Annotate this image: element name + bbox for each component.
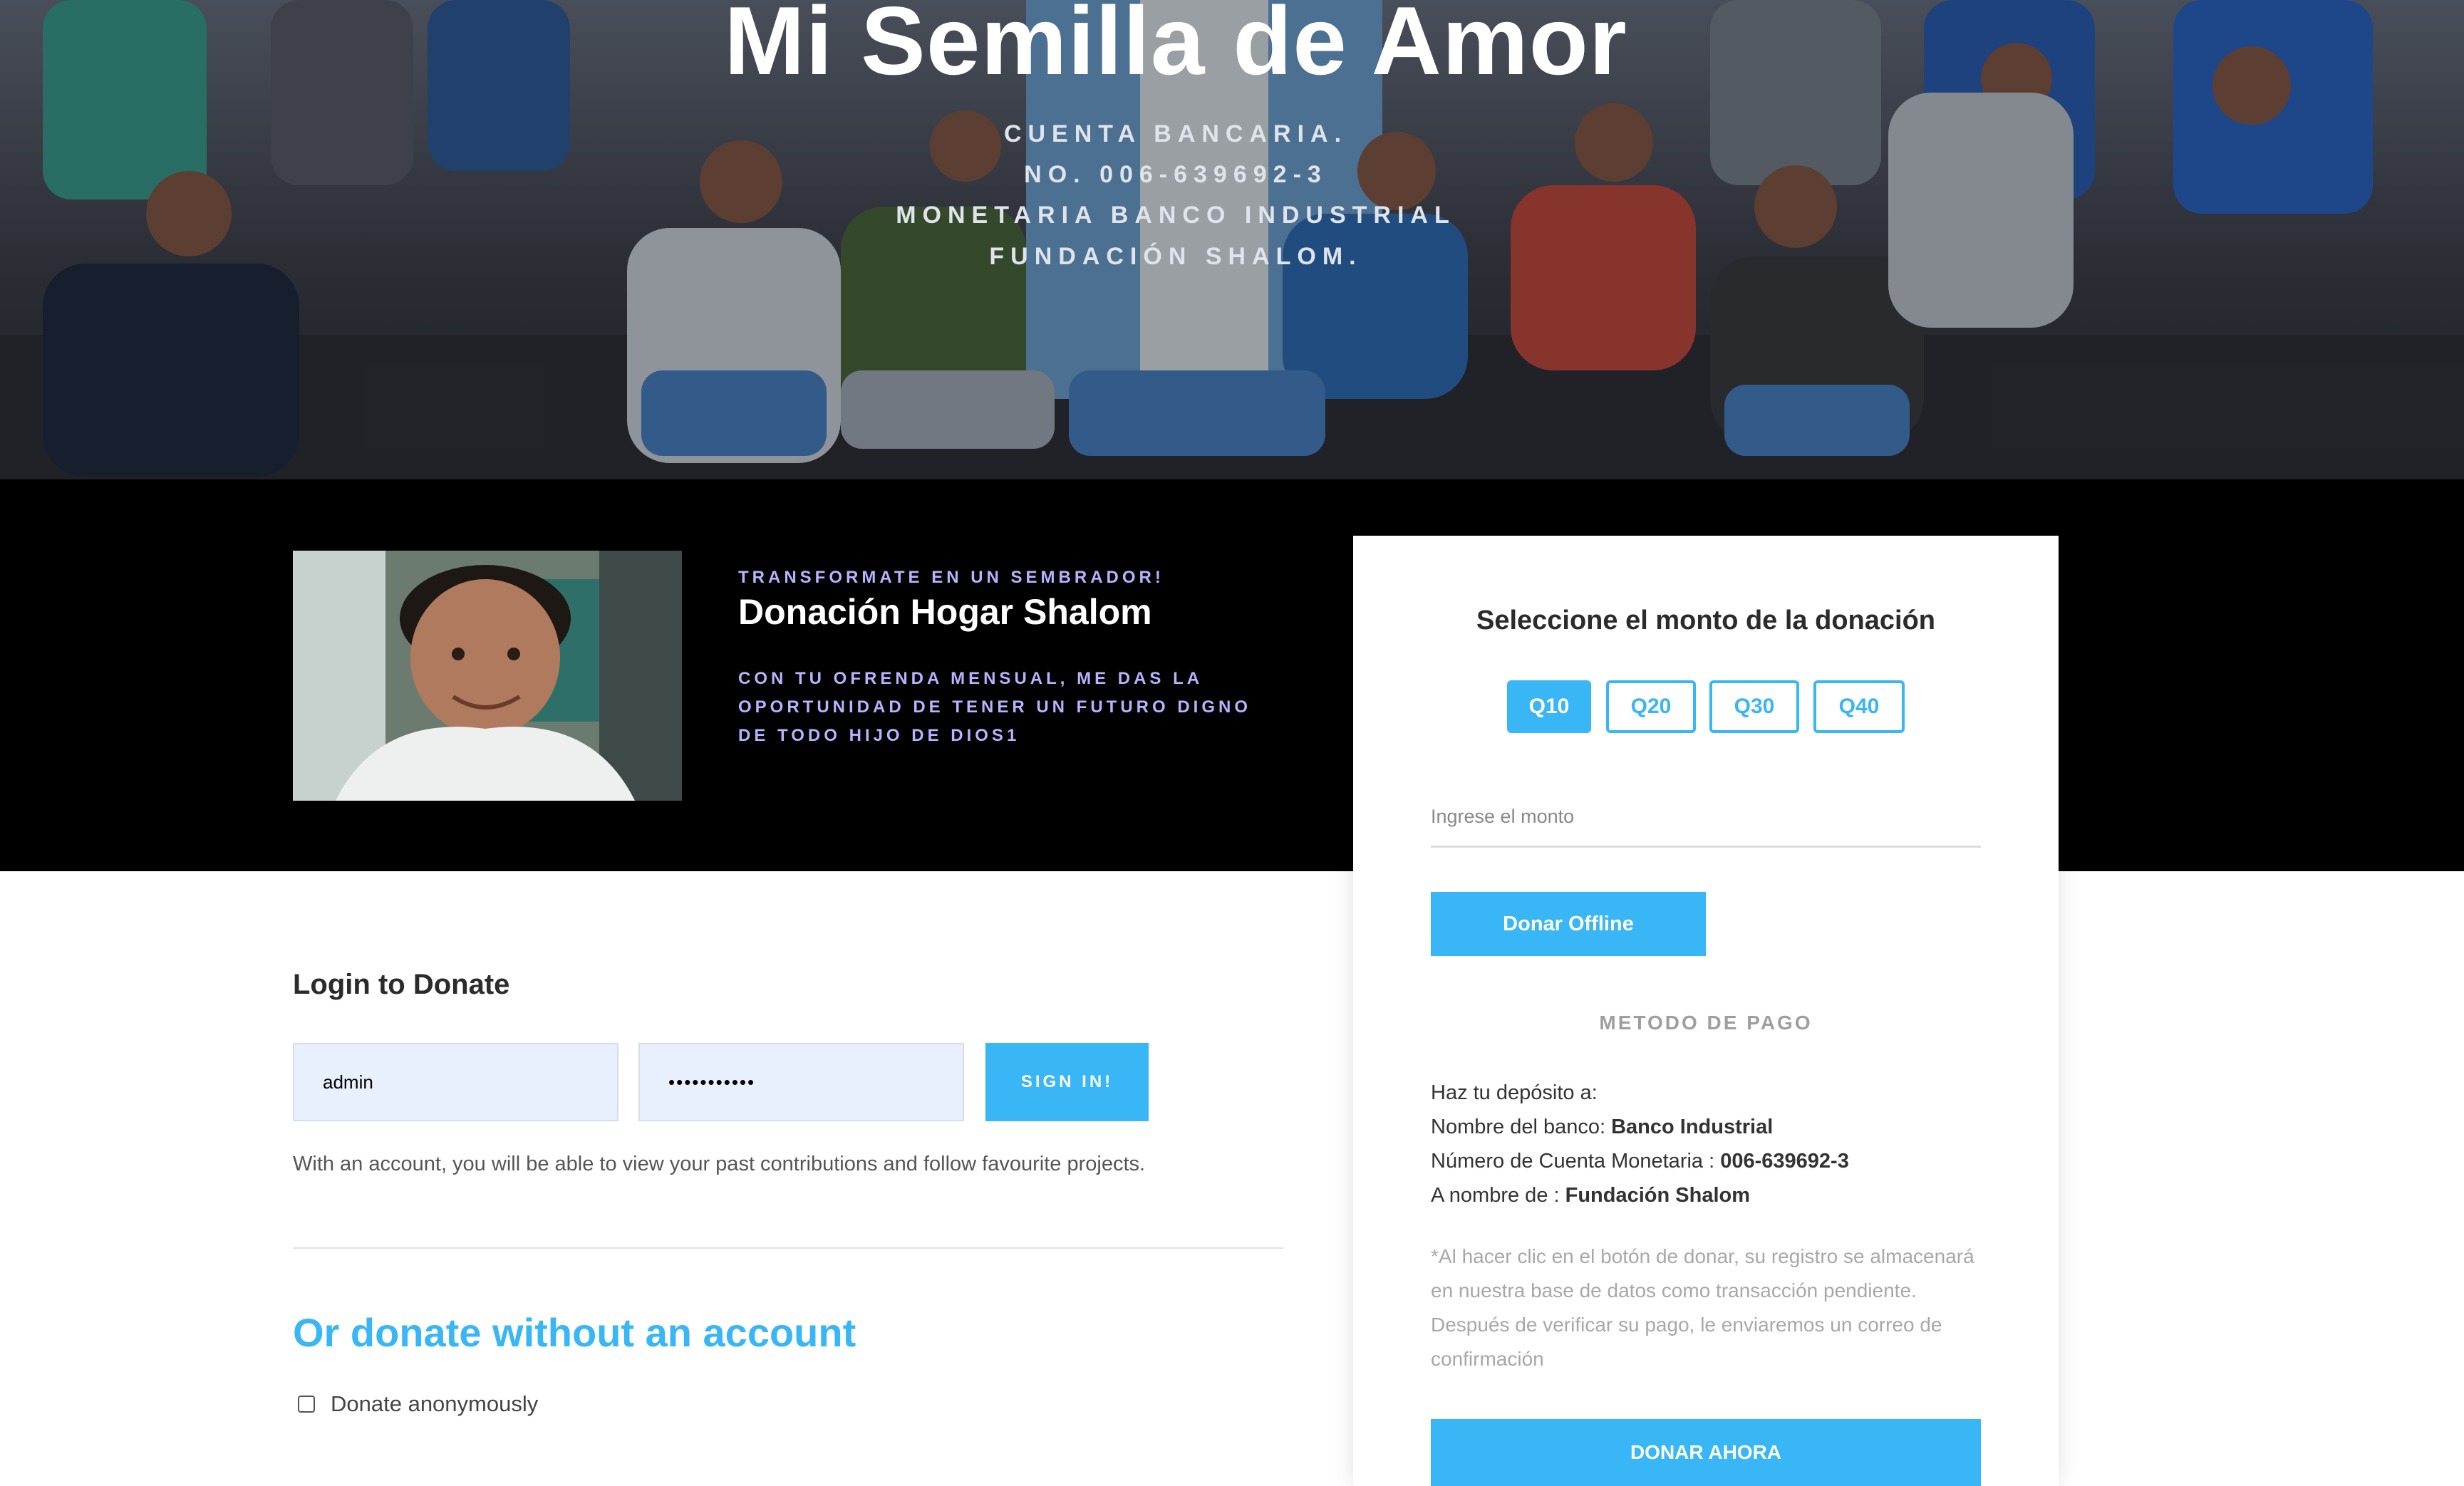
campaign-description: CON TU OFRENDA MENSUAL, ME DAS LA OPORTU… [738, 669, 1251, 745]
donate-anonymously-label[interactable]: Donate anonymously [331, 1391, 538, 1417]
donation-title: Seleccione el monto de la donación [1476, 606, 1936, 635]
amount-q10-button[interactable]: Q10 [1507, 680, 1591, 733]
amount-q20-button[interactable]: Q20 [1606, 680, 1696, 733]
bank-name-row: Nombre del banco: Banco Industrial [1431, 1110, 1987, 1144]
hero-line-2: NO. 006-639692-3 [1024, 161, 1327, 188]
amount-q40-button[interactable]: Q40 [1813, 680, 1905, 733]
child-photo-illustration [293, 551, 682, 801]
guest-donate-title: Or donate without an account [293, 1310, 856, 1355]
account-number-label: Número de Cuenta Monetaria : [1431, 1150, 1715, 1173]
campaign-kicker: TRANSFORMATE EN UN SEMBRADOR! [738, 568, 1164, 587]
username-input[interactable] [293, 1043, 618, 1121]
section-divider [293, 1247, 1283, 1249]
donate-offline-button[interactable]: Donar Offline [1431, 892, 1706, 956]
account-owner-row: A nombre de : Fundación Shalom [1431, 1178, 1987, 1212]
hero-banner: Mi Semilla de Amor CUENTA BANCARIA. NO. … [0, 0, 2464, 479]
campaign-title: Donación Hogar Shalom [738, 592, 1152, 632]
hero-line-4: FUNDACIÓN SHALOM. [989, 243, 1362, 270]
donate-anonymously-row[interactable]: Donate anonymously [298, 1391, 538, 1417]
login-title: Login to Donate [293, 969, 510, 1000]
sign-in-button[interactable]: SIGN IN! [985, 1043, 1149, 1121]
deposit-instructions: Haz tu depósito a: Nombre del banco: Ban… [1431, 1076, 1987, 1212]
payment-method-label: METODO DE PAGO [1599, 1012, 1813, 1034]
hero-line-3: MONETARIA BANCO INDUSTRIAL [896, 202, 1456, 229]
donate-now-button[interactable]: DONAR AHORA [1431, 1419, 1981, 1486]
account-owner-value: Fundación Shalom [1565, 1184, 1751, 1207]
bank-name-value: Banco Industrial [1611, 1116, 1774, 1138]
custom-amount-input[interactable] [1431, 788, 1981, 848]
password-input[interactable] [638, 1043, 964, 1121]
hero-line-1: CUENTA BANCARIA. [1003, 120, 1348, 147]
bank-name-label: Nombre del banco: [1431, 1116, 1606, 1138]
campaign-photo [293, 551, 682, 801]
hero-title: Mi Semilla de Amor [724, 0, 1627, 95]
account-owner-label: A nombre de : [1431, 1184, 1560, 1207]
donate-anonymously-checkbox[interactable] [298, 1396, 315, 1413]
account-number-row: Número de Cuenta Monetaria : 006-639692-… [1431, 1144, 1987, 1178]
amount-q30-button[interactable]: Q30 [1709, 680, 1799, 733]
pending-transaction-note: *Al hacer clic en el botón de donar, su … [1431, 1245, 1974, 1370]
deposit-intro: Haz tu depósito a: [1431, 1081, 1598, 1104]
login-help-text: With an account, you will be able to vie… [293, 1153, 1146, 1175]
account-number-value: 006-639692-3 [1720, 1150, 1849, 1173]
